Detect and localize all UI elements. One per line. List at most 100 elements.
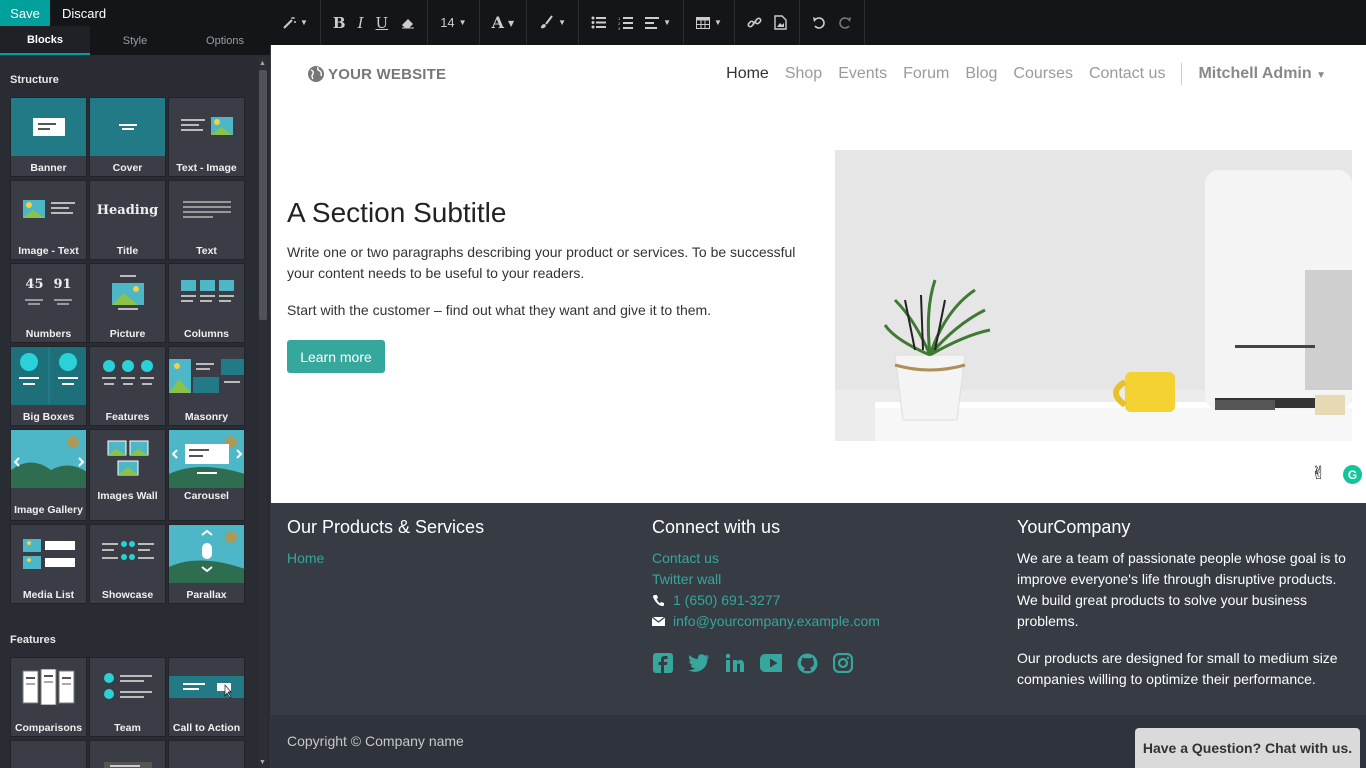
bullet-list-button[interactable] (585, 0, 612, 45)
block-comparisons[interactable]: Comparisons (10, 657, 87, 737)
block-team[interactable]: Team (89, 657, 166, 737)
link-button[interactable] (741, 0, 768, 45)
underline-button[interactable]: U (370, 0, 395, 45)
align-left-icon (645, 16, 660, 29)
hero-paragraph-1[interactable]: Write one or two paragraphs describing y… (287, 242, 817, 284)
website-page: YOUR WEBSITE Home Shop Events Forum Blog… (270, 45, 1366, 768)
block-label: Images Wall (97, 490, 158, 502)
block-cover[interactable]: Cover (89, 97, 166, 177)
block-parallax[interactable]: Parallax (168, 524, 245, 604)
picture-thumb-icon (90, 264, 165, 322)
footer-company-description-2[interactable]: Our products are designed for small to m… (1017, 648, 1357, 690)
chevron-down-icon: ▼ (714, 18, 722, 27)
italic-button[interactable]: I (352, 0, 370, 45)
footer-company-description-1[interactable]: We are a team of passionate people whose… (1017, 548, 1357, 632)
tab-blocks[interactable]: Blocks (0, 26, 90, 55)
block-media-list[interactable]: Media List (10, 524, 87, 604)
cover-thumb-icon (90, 98, 165, 156)
website-logo[interactable]: YOUR WEBSITE (307, 65, 446, 83)
block-title[interactable]: Heading Title (89, 180, 166, 260)
section-title-features: Features (10, 634, 56, 646)
images-wall-thumb-icon (90, 430, 165, 488)
footer-link-twitter-wall[interactable]: Twitter wall (652, 569, 992, 590)
block-features[interactable]: Features (89, 346, 166, 426)
font-color-dropdown[interactable]: A ▼ (486, 0, 521, 45)
discard-button[interactable]: Discard (50, 0, 118, 26)
footer-link-contact-us[interactable]: Contact us (652, 548, 992, 569)
block-label: Showcase (101, 589, 154, 601)
block-numbers[interactable]: 45 91 Numbers (10, 263, 87, 343)
footer-link-home[interactable]: Home (287, 548, 627, 569)
block-call-to-action[interactable]: Call to Action (168, 657, 245, 737)
block-partial[interactable] (168, 740, 245, 768)
block-showcase[interactable]: Showcase (89, 524, 166, 604)
footer-title-connect[interactable]: Connect with us (652, 517, 992, 538)
bold-button[interactable]: B (327, 0, 352, 45)
facebook-icon[interactable] (652, 652, 674, 674)
block-banner[interactable]: Banner (10, 97, 87, 177)
grammarly-icon[interactable]: G (1343, 465, 1362, 484)
block-masonry[interactable]: Masonry (168, 346, 245, 426)
block-image-text[interactable]: Image - Text (10, 180, 87, 260)
nav-shop[interactable]: Shop (785, 65, 822, 83)
github-icon[interactable] (796, 652, 818, 674)
block-label: Image - Text (18, 245, 79, 257)
block-carousel[interactable]: Carousel (168, 429, 245, 521)
nav-forum[interactable]: Forum (903, 65, 949, 83)
save-button[interactable]: Save (0, 0, 50, 26)
linkedin-icon[interactable] (724, 652, 746, 674)
block-picture[interactable]: Picture (89, 263, 166, 343)
text-thumb-icon (169, 181, 244, 239)
user-menu[interactable]: Mitchell Admin ▼ (1198, 65, 1326, 83)
block-partial[interactable] (10, 740, 87, 768)
paragraph-align-dropdown[interactable]: ▼ (639, 0, 677, 45)
footer-title-company[interactable]: YourCompany (1017, 517, 1357, 538)
background-color-dropdown[interactable]: ▼ (533, 0, 572, 45)
magic-wand-button[interactable]: ▼ (276, 0, 314, 45)
hero-image[interactable] (835, 150, 1352, 441)
hero-paragraph-2[interactable]: Start with the customer – find out what … (287, 300, 817, 321)
block-columns[interactable]: Columns (168, 263, 245, 343)
scroll-down-icon[interactable]: ▼ (258, 759, 267, 766)
tab-options[interactable]: Options (180, 26, 270, 55)
block-big-boxes[interactable]: Big Boxes (10, 346, 87, 426)
twitter-icon[interactable] (688, 652, 710, 674)
youtube-icon[interactable] (760, 652, 782, 674)
block-image-gallery[interactable]: Image Gallery (10, 429, 87, 521)
numbered-list-button[interactable]: 123 (612, 0, 639, 45)
insert-media-button[interactable] (768, 0, 793, 45)
nav-contact-us[interactable]: Contact us (1089, 65, 1165, 83)
scroll-up-icon[interactable]: ▲ (258, 60, 267, 67)
block-text[interactable]: Text (168, 180, 245, 260)
nav-events[interactable]: Events (838, 65, 887, 83)
redo-button[interactable] (832, 0, 858, 45)
learn-more-button[interactable]: Learn more (287, 340, 385, 373)
section-subtitle[interactable]: A Section Subtitle (287, 197, 506, 229)
block-label: Cover (112, 162, 143, 174)
table-dropdown[interactable]: ▼ (690, 0, 728, 45)
footer-title-products[interactable]: Our Products & Services (287, 517, 627, 538)
nav-blog[interactable]: Blog (965, 65, 997, 83)
nav-home[interactable]: Home (726, 65, 769, 83)
eraser-button[interactable] (394, 0, 421, 45)
scrollbar-thumb[interactable] (259, 70, 267, 320)
block-label: Carousel (184, 490, 229, 502)
comparisons-thumb-icon (11, 658, 86, 716)
footer-email[interactable]: info@yourcompany.example.com (652, 611, 992, 632)
nav-courses[interactable]: Courses (1013, 65, 1073, 83)
bullet-list-icon (591, 16, 607, 29)
block-text-image[interactable]: Text - Image (168, 97, 245, 177)
svg-text:3: 3 (618, 26, 621, 30)
instagram-icon[interactable] (832, 652, 854, 674)
live-chat-button[interactable]: Have a Question? Chat with us. (1135, 728, 1360, 768)
undo-button[interactable] (806, 0, 832, 45)
victory-hand-icon[interactable]: ✌ (1311, 463, 1326, 484)
footer-phone[interactable]: 1 (650) 691-3277 (652, 590, 992, 611)
copyright-text[interactable]: Copyright © Company name (287, 733, 464, 749)
block-partial[interactable] (89, 740, 166, 768)
font-size-dropdown[interactable]: 14 ▼ (434, 0, 472, 45)
sidebar-scrollbar[interactable]: ▲ ▼ (258, 58, 267, 768)
tab-style[interactable]: Style (90, 26, 180, 55)
block-label: Picture (109, 328, 146, 340)
block-images-wall[interactable]: Images Wall (89, 429, 166, 521)
